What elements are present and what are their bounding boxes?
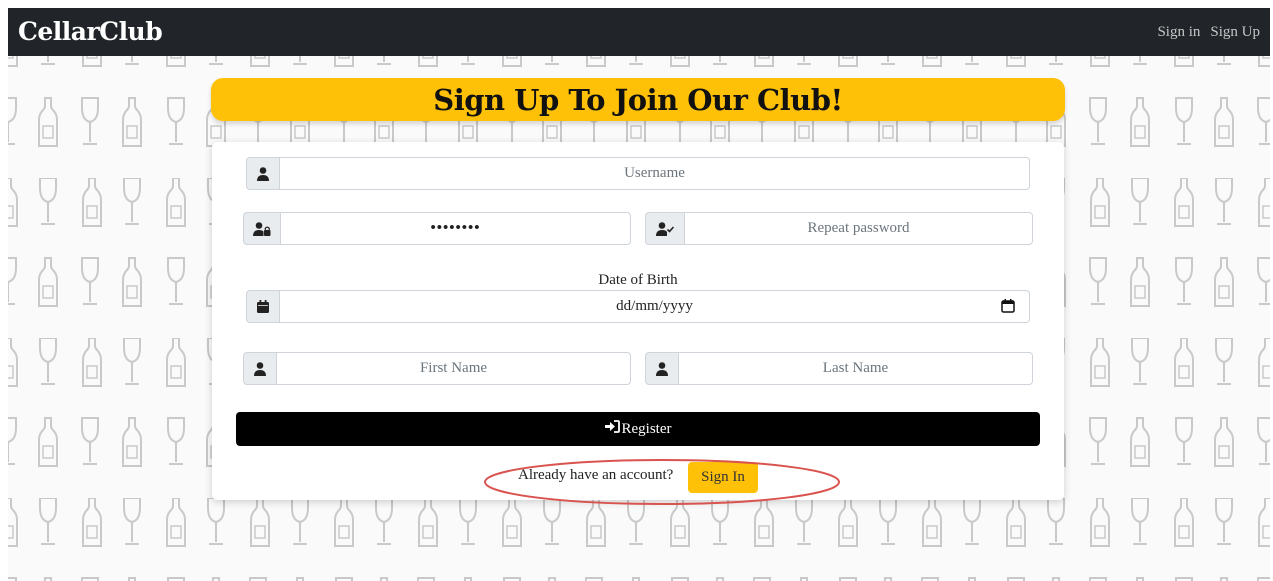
user-check-icon xyxy=(645,212,685,245)
username-input[interactable] xyxy=(280,157,1030,190)
navbar: CellarClub Sign in Sign Up xyxy=(8,8,1270,56)
register-label: Register xyxy=(621,420,672,437)
dob-input[interactable]: dd/mm/yyyy xyxy=(280,290,1030,323)
nav-signin-link[interactable]: Sign in xyxy=(1157,24,1200,41)
user-icon xyxy=(243,352,277,385)
user-icon xyxy=(246,157,280,190)
already-have-account-text: Already have an account? xyxy=(518,467,674,483)
username-group xyxy=(246,157,1030,190)
sign-in-icon xyxy=(604,420,620,438)
dob-label: Date of Birth xyxy=(598,272,678,288)
page-title-banner: Sign Up To Join Our Club! xyxy=(211,78,1065,121)
register-button[interactable]: Register xyxy=(236,412,1040,446)
nav-links: Sign in Sign Up xyxy=(1157,24,1260,41)
signin-button[interactable]: Sign In xyxy=(688,462,758,493)
repeat-password-input[interactable] xyxy=(685,212,1033,245)
dob-group: dd/mm/yyyy xyxy=(246,290,1030,323)
first-name-input[interactable] xyxy=(277,352,631,385)
signup-card: Date of Birth dd/mm/yyyy xyxy=(212,142,1064,500)
user-icon xyxy=(645,352,679,385)
last-name-input[interactable] xyxy=(679,352,1033,385)
calendar-picker-icon[interactable] xyxy=(1001,299,1015,318)
repeat-password-group xyxy=(645,212,1033,245)
nav-signup-link[interactable]: Sign Up xyxy=(1210,24,1260,41)
brand-logo[interactable]: CellarClub xyxy=(18,17,163,46)
first-name-group xyxy=(243,352,631,385)
page-title: Sign Up To Join Our Club! xyxy=(433,82,843,117)
last-name-group xyxy=(645,352,1033,385)
user-lock-icon xyxy=(243,212,281,245)
password-input[interactable] xyxy=(281,212,631,245)
password-group xyxy=(243,212,631,245)
dob-value: dd/mm/yyyy xyxy=(616,298,693,314)
calendar-icon xyxy=(246,290,280,323)
